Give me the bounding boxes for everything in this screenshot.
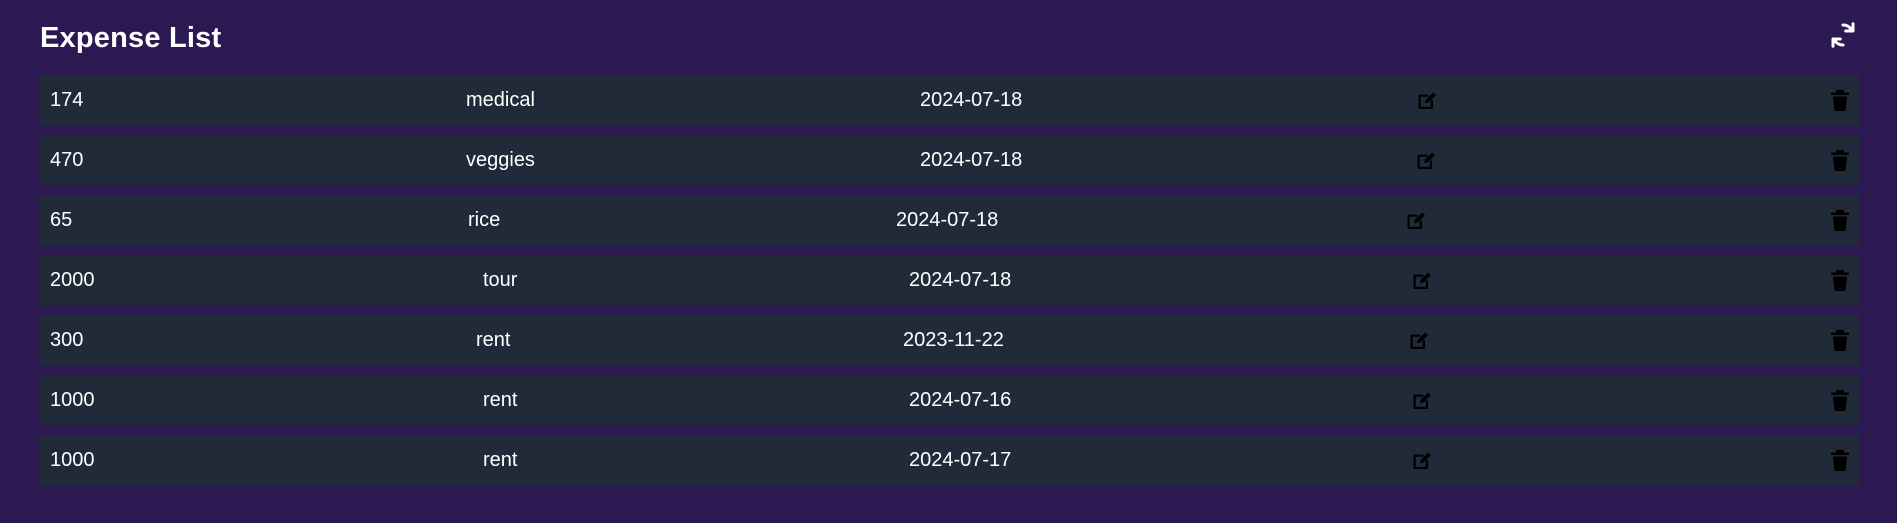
expense-category: rent <box>476 329 511 351</box>
expense-date: 2024-07-18 <box>896 209 999 231</box>
delete-button[interactable] <box>1827 147 1853 173</box>
trash-icon <box>1830 149 1850 171</box>
page-title: Expense List <box>40 22 222 54</box>
expense-category: rice <box>468 209 501 231</box>
expense-page: Expense List 174 medical 2024-07-18 470 … <box>0 0 1897 523</box>
expense-row: 1000 rent 2024-07-16 <box>40 375 1860 425</box>
delete-button[interactable] <box>1827 387 1853 413</box>
trash-icon <box>1830 209 1850 231</box>
expense-date: 2024-07-18 <box>920 149 1023 171</box>
expense-category: rent <box>483 389 518 411</box>
expense-amount: 174 <box>50 89 84 111</box>
edit-icon <box>1417 90 1438 111</box>
trash-icon <box>1830 449 1850 471</box>
expense-date: 2024-07-16 <box>909 389 1012 411</box>
edit-icon <box>1406 210 1427 231</box>
edit-button[interactable] <box>1409 267 1435 293</box>
edit-button[interactable] <box>1409 387 1435 413</box>
edit-icon <box>1412 450 1433 471</box>
trash-icon <box>1830 329 1850 351</box>
header: Expense List <box>40 18 1860 58</box>
expense-row: 2000 tour 2024-07-18 <box>40 255 1860 305</box>
expense-row: 1000 rent 2024-07-17 <box>40 435 1860 485</box>
delete-button[interactable] <box>1827 207 1853 233</box>
trash-icon <box>1830 89 1850 111</box>
expense-date: 2024-07-18 <box>909 269 1012 291</box>
edit-button[interactable] <box>1403 207 1429 233</box>
refresh-button[interactable] <box>1826 20 1860 54</box>
expense-row: 300 rent 2023-11-22 <box>40 315 1860 365</box>
trash-icon <box>1830 269 1850 291</box>
edit-icon <box>1412 390 1433 411</box>
delete-button[interactable] <box>1827 87 1853 113</box>
expense-date: 2024-07-17 <box>909 449 1012 471</box>
expense-list: 174 medical 2024-07-18 470 veggies 2024-… <box>40 75 1860 485</box>
edit-button[interactable] <box>1406 327 1432 353</box>
edit-button[interactable] <box>1409 447 1435 473</box>
edit-button[interactable] <box>1414 87 1440 113</box>
expense-category: medical <box>466 89 535 111</box>
expense-category: tour <box>483 269 518 291</box>
delete-button[interactable] <box>1827 327 1853 353</box>
expense-category: veggies <box>466 149 535 171</box>
trash-icon <box>1830 389 1850 411</box>
expense-date: 2024-07-18 <box>920 89 1023 111</box>
edit-icon <box>1416 150 1437 171</box>
expense-category: rent <box>483 449 518 471</box>
expense-amount: 1000 <box>50 449 95 471</box>
delete-button[interactable] <box>1827 267 1853 293</box>
edit-icon <box>1412 270 1433 291</box>
delete-button[interactable] <box>1827 447 1853 473</box>
expense-row: 65 rice 2024-07-18 <box>40 195 1860 245</box>
expense-amount: 470 <box>50 149 84 171</box>
expense-amount: 2000 <box>50 269 95 291</box>
refresh-icon <box>1828 20 1858 55</box>
expense-amount: 300 <box>50 329 84 351</box>
edit-button[interactable] <box>1413 147 1439 173</box>
expense-date: 2023-11-22 <box>903 329 1004 351</box>
expense-amount: 1000 <box>50 389 95 411</box>
expense-row: 174 medical 2024-07-18 <box>40 75 1860 125</box>
expense-amount: 65 <box>50 209 73 231</box>
expense-row: 470 veggies 2024-07-18 <box>40 135 1860 185</box>
edit-icon <box>1409 330 1430 351</box>
